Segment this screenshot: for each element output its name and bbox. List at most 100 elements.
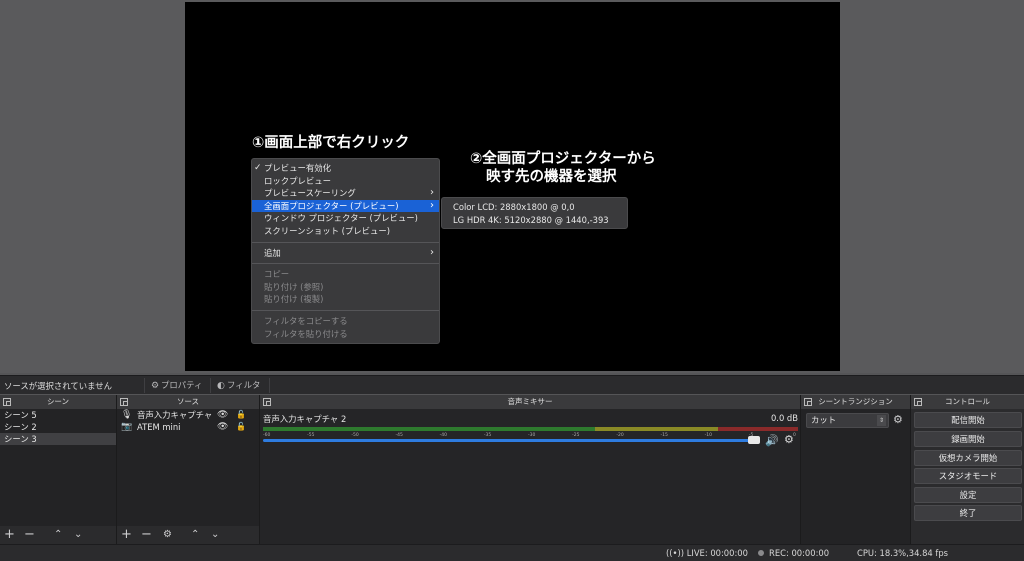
gear-icon[interactable]: ⚙ <box>784 433 794 446</box>
submenu-item-label: LG HDR 4K: 5120x2880 @ 1440,-393 <box>453 214 609 225</box>
menu-item-label: ウィンドウ プロジェクター (プレビュー) <box>264 213 418 224</box>
status-bar: ((•)) LIVE: 00:00:00 REC: 00:00:00 CPU: … <box>0 544 1024 561</box>
menu-separator <box>252 263 439 265</box>
menu-item-paste-filters: フィルタを貼り付ける <box>252 328 439 341</box>
meter-tick-label: -30 <box>528 433 536 438</box>
mixer-level-db: 0.0 dB <box>770 413 798 423</box>
gear-icon[interactable]: ⚙ <box>893 413 903 426</box>
menu-item-enable-preview[interactable]: ✓ プレビュー有効化 <box>252 162 439 175</box>
remove-scene-button[interactable]: − <box>24 527 35 543</box>
undock-icon[interactable] <box>804 398 812 406</box>
annotation-step2-line2: 映す先の機器を選択 <box>486 169 617 185</box>
volume-slider-track[interactable] <box>263 439 753 442</box>
meter-red-zone <box>717 427 798 431</box>
meter-tick-label: -55 <box>307 433 315 438</box>
submenu-item-color-lcd[interactable]: Color LCD: 2880x1800 @ 0,0 <box>442 201 627 214</box>
annotation-step1: ①画面上部で右クリック <box>252 135 410 151</box>
no-source-selected-text: ソースが選択されていません <box>4 381 112 391</box>
transition-select[interactable]: カット ⇕ <box>806 413 889 428</box>
scene-item[interactable]: シーン 5 <box>0 409 116 421</box>
source-item[interactable]: 🎙 音声入力キャプチャ 👁 🔓 <box>117 409 259 421</box>
add-source-button[interactable]: + <box>121 527 132 543</box>
source-properties-gear-icon[interactable]: ⚙ <box>163 527 172 543</box>
mixer-channel-name: 音声入力キャプチャ 2 <box>263 414 347 424</box>
transitions-panel-title: シーントランジション <box>801 395 910 409</box>
undock-icon[interactable] <box>914 398 922 406</box>
menu-item-screenshot[interactable]: スクリーンショット (プレビュー) <box>252 225 439 238</box>
filters-button[interactable]: ◐ フィルタ <box>214 378 263 393</box>
eye-icon[interactable]: 👁 <box>217 421 228 433</box>
menu-item-label: プレビュー有効化 <box>264 163 331 173</box>
panel-title-label: シーン <box>46 397 70 406</box>
exit-button[interactable]: 終了 <box>914 505 1022 521</box>
move-down-button[interactable]: ⌄ <box>74 527 82 543</box>
meter-tick-label: -50 <box>351 433 359 438</box>
broadcast-icon: ((•)) <box>666 548 685 558</box>
source-label: ATEM mini <box>137 422 181 432</box>
preview-area <box>0 0 1024 373</box>
menu-item-lock-preview[interactable]: ロックプレビュー <box>252 175 439 188</box>
lock-icon[interactable]: 🔓 <box>236 421 246 433</box>
panel-title-label: 音声ミキサー <box>507 397 553 406</box>
meter-tick-label: -35 <box>483 433 492 438</box>
toolbar-divider <box>269 378 270 393</box>
panel-title-label: コントロール <box>945 397 990 406</box>
undock-icon[interactable] <box>120 398 128 406</box>
start-streaming-button[interactable]: 配信開始 <box>914 412 1022 428</box>
volume-slider-handle[interactable] <box>748 436 760 444</box>
menu-item-add[interactable]: 追加 › <box>252 247 439 260</box>
chevron-right-icon: › <box>430 199 434 211</box>
scene-item[interactable]: シーン 3 <box>0 433 116 445</box>
scene-item[interactable]: シーン 2 <box>0 421 116 433</box>
eye-icon[interactable]: 👁 <box>217 409 228 421</box>
menu-item-fullscreen-projector[interactable]: 全画面プロジェクター (プレビュー) › <box>252 199 439 213</box>
check-icon: ✓ <box>254 163 262 173</box>
speaker-icon[interactable]: 🔊 <box>765 434 779 447</box>
remove-source-button[interactable]: − <box>141 527 152 543</box>
start-recording-button[interactable]: 録画開始 <box>914 431 1022 447</box>
gear-icon: ⚙ <box>151 381 160 391</box>
menu-item-label: フィルタを貼り付ける <box>264 328 348 339</box>
submenu-item-lg-hdr[interactable]: LG HDR 4K: 5120x2880 @ 1440,-393 <box>442 214 627 227</box>
chevron-right-icon: › <box>430 187 434 199</box>
menu-item-copy-filters: フィルタをコピーする <box>252 315 439 328</box>
move-up-button[interactable]: ⌃ <box>191 527 199 543</box>
move-up-button[interactable]: ⌃ <box>54 527 62 543</box>
panel-title-label: シーントランジション <box>818 397 893 406</box>
scenes-panel: シーン シーン 5 シーン 2 シーン 3 + − ⌃ ⌄ <box>0 395 117 544</box>
undock-icon[interactable] <box>263 398 271 406</box>
mixer-panel-title: 音声ミキサー <box>260 395 800 409</box>
menu-item-preview-scaling[interactable]: プレビュースケーリング › <box>252 187 439 200</box>
lock-icon[interactable]: 🔓 <box>236 409 246 421</box>
meter-tick-label: -45 <box>395 433 403 438</box>
meter-yellow-zone <box>594 427 718 431</box>
menu-item-windowed-projector[interactable]: ウィンドウ プロジェクター (プレビュー) <box>252 212 439 225</box>
source-item[interactable]: 📷 ATEM mini 👁 🔓 <box>117 421 259 433</box>
toolbar-divider <box>210 378 211 393</box>
meter-tick-label: -40 <box>439 433 448 438</box>
move-down-button[interactable]: ⌄ <box>211 527 219 543</box>
source-toolbar: ソースが選択されていません ⚙ プロパティ ◐ フィルタ <box>0 375 1024 394</box>
menu-item-copy: コピー <box>252 268 439 281</box>
mic-icon: 🎙 <box>121 410 133 420</box>
meter-tick-label: -20 <box>616 433 624 438</box>
undock-icon[interactable] <box>3 398 11 406</box>
filters-label: フィルタ <box>227 380 261 390</box>
settings-button[interactable]: 設定 <box>914 487 1022 503</box>
sources-panel-title: ソース <box>117 395 259 409</box>
menu-item-label: スクリーンショット (プレビュー) <box>264 225 391 236</box>
start-virtual-camera-button[interactable]: 仮想カメラ開始 <box>914 450 1022 466</box>
scenes-footer: + − ⌃ ⌄ <box>0 526 116 544</box>
menu-item-paste-reference: 貼り付け (参照) <box>252 281 439 294</box>
studio-mode-button[interactable]: スタジオモード <box>914 468 1022 484</box>
meter-tick-label: -60 <box>263 433 271 438</box>
add-scene-button[interactable]: + <box>4 527 15 543</box>
select-stepper-icon: ⇕ <box>877 415 886 426</box>
properties-label: プロパティ <box>161 380 203 390</box>
menu-item-label: 貼り付け (複製) <box>264 294 324 305</box>
sources-footer: + − ⚙ ⌃ ⌄ <box>117 526 259 544</box>
sources-panel: ソース 🎙 音声入力キャプチャ 👁 🔓 📷 ATEM mini 👁 🔓 + − … <box>117 395 260 544</box>
cpu-status: CPU: 18.3%,34.84 fps <box>857 548 949 558</box>
preview-context-menu: ✓ プレビュー有効化 ロックプレビュー プレビュースケーリング › 全画面プロジ… <box>251 158 440 344</box>
properties-button[interactable]: ⚙ プロパティ <box>148 378 205 393</box>
